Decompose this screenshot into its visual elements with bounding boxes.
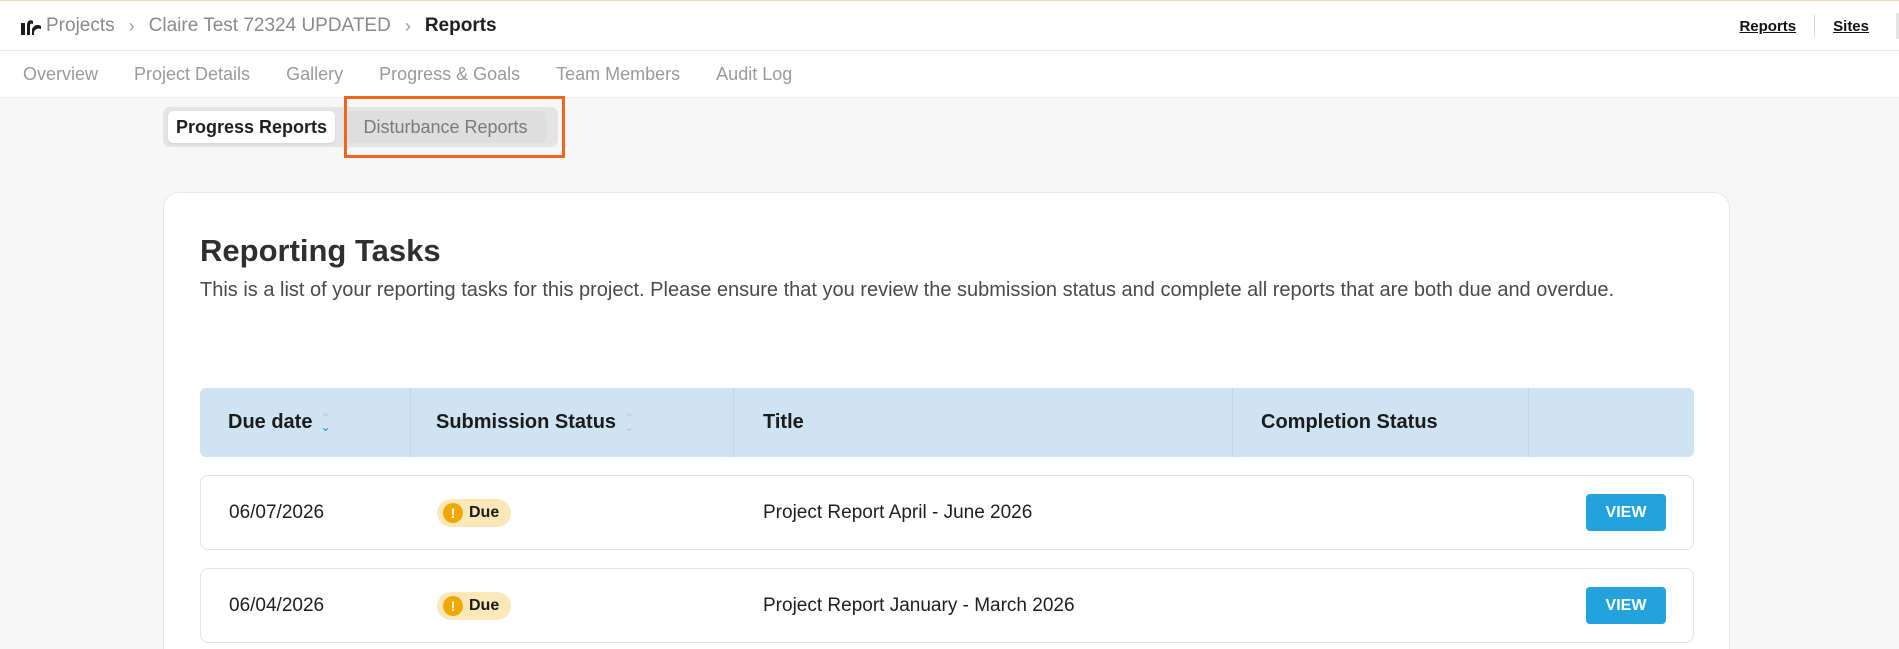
- status-label: Due: [469, 596, 500, 614]
- tab-gallery[interactable]: Gallery: [286, 64, 343, 85]
- top-links: Reports Sites: [1739, 1, 1869, 51]
- status-badge: ! Due: [437, 498, 512, 527]
- due-date-cell: 06/04/2026: [229, 594, 325, 616]
- tab-audit-log[interactable]: Audit Log: [716, 64, 792, 85]
- tab-overview[interactable]: Overview: [23, 64, 98, 85]
- table-header: Due date ⌃ ⌄ Submission Status ⌃ ⌄ Title C…: [200, 388, 1694, 457]
- column-title: Title: [763, 388, 804, 457]
- card-description: This is a list of your reporting tasks f…: [200, 279, 1615, 301]
- sort-icon[interactable]: ⌃ ⌄: [624, 412, 634, 433]
- column-completion-status: Completion Status: [1261, 388, 1438, 457]
- view-button[interactable]: VIEW: [1586, 587, 1666, 624]
- card-title: Reporting Tasks: [200, 233, 441, 268]
- warning-icon: !: [443, 595, 463, 616]
- progress-reports-tab[interactable]: Progress Reports: [168, 111, 335, 143]
- breadcrumb-current: Reports: [424, 15, 497, 36]
- submission-status-cell: ! Due: [437, 476, 512, 549]
- view-cell: VIEW: [1586, 569, 1666, 642]
- column-divider: [733, 388, 734, 457]
- app-logo-icon[interactable]: [20, 15, 42, 37]
- column-label: Title: [763, 411, 804, 433]
- tab-progress-goals[interactable]: Progress & Goals: [379, 64, 520, 85]
- warning-icon: !: [443, 502, 463, 523]
- tab-team-members[interactable]: Team Members: [556, 64, 680, 85]
- table-row: 06/04/2026 ! Due Project Report January …: [200, 568, 1694, 643]
- project-subnav: Overview Project Details Gallery Progres…: [0, 51, 1899, 98]
- view-cell: VIEW: [1586, 476, 1666, 549]
- breadcrumb: Projects › Claire Test 72324 UPDATED › R…: [20, 1, 497, 51]
- tab-project-details[interactable]: Project Details: [134, 64, 250, 85]
- chevron-right-icon: ›: [128, 15, 135, 36]
- report-type-toggle: Progress Reports Disturbance Reports: [163, 107, 558, 147]
- divider: [1814, 15, 1816, 37]
- sort-icon[interactable]: ⌃ ⌄: [320, 412, 330, 433]
- sites-link[interactable]: Sites: [1833, 18, 1869, 35]
- chevron-right-icon: ›: [404, 15, 411, 36]
- breadcrumb-project[interactable]: Claire Test 72324 UPDATED: [149, 15, 391, 37]
- due-date-cell: 06/07/2026: [229, 501, 325, 523]
- column-divider: [1528, 388, 1529, 457]
- title-cell: Project Report April - June 2026: [763, 501, 1033, 523]
- breadcrumb-projects[interactable]: Projects: [46, 15, 115, 37]
- table-row: 06/07/2026 ! Due Project Report April - …: [200, 475, 1694, 550]
- column-due-date[interactable]: Due date ⌃ ⌄: [228, 388, 331, 457]
- status-label: Due: [469, 503, 500, 521]
- reports-link[interactable]: Reports: [1739, 18, 1796, 35]
- column-label: Submission Status: [436, 411, 617, 433]
- column-submission-status[interactable]: Submission Status ⌃ ⌄: [436, 388, 634, 457]
- column-divider: [1232, 388, 1233, 457]
- title-cell: Project Report January - March 2026: [763, 594, 1075, 616]
- status-badge: ! Due: [437, 591, 512, 620]
- reporting-tasks-card: Reporting Tasks This is a list of your r…: [163, 192, 1730, 649]
- column-divider: [410, 388, 411, 457]
- top-bar: Projects › Claire Test 72324 UPDATED › R…: [0, 0, 1899, 51]
- submission-status-cell: ! Due: [437, 569, 512, 642]
- view-button[interactable]: VIEW: [1586, 494, 1666, 531]
- column-label: Completion Status: [1261, 411, 1438, 433]
- disturbance-reports-tab[interactable]: Disturbance Reports: [345, 111, 546, 143]
- column-label: Due date: [228, 411, 313, 433]
